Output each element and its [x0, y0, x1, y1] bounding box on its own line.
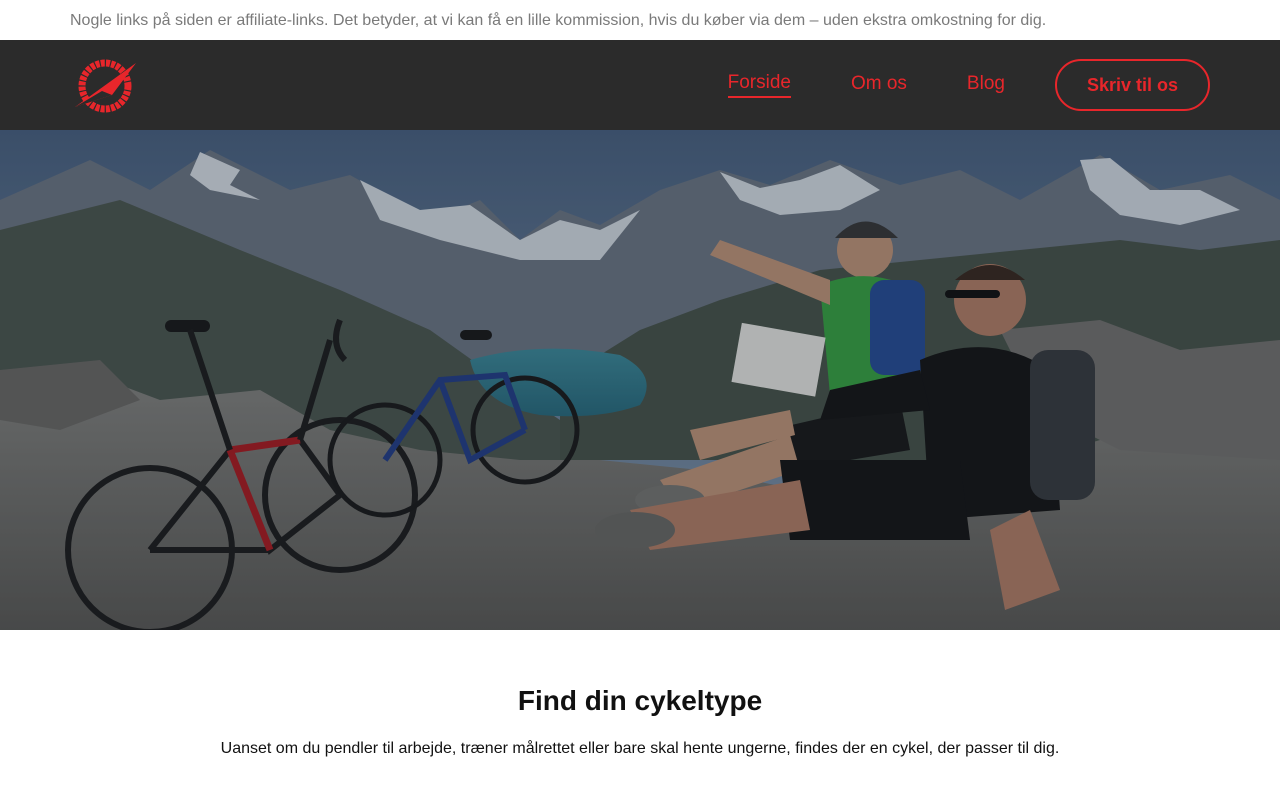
nav-link-om-os[interactable]: Om os [851, 73, 907, 97]
site-header: Forside Om os Blog Skriv til os [0, 40, 1280, 130]
section-description: Uanset om du pendler til arbejde, træner… [220, 740, 1060, 757]
main-navigation: Forside Om os Blog Skriv til os [727, 40, 1210, 130]
affiliate-disclaimer-bar: Nogle links på siden er affiliate-links.… [0, 0, 1280, 40]
nav-link-forside[interactable]: Forside [727, 72, 791, 98]
hero-image [0, 130, 1280, 630]
section-title: Find din cykeltype [517, 685, 763, 716]
affiliate-disclaimer-text: Nogle links på siden er affiliate-links.… [70, 12, 1047, 29]
site-logo[interactable] [72, 55, 138, 115]
bicycle-wheel-compass-logo-icon [75, 59, 136, 113]
bike-type-section: Find din cykeltype Uanset om du pendler … [0, 630, 1280, 800]
contact-button[interactable]: Skriv til os [1054, 59, 1210, 111]
hero-mountain-cyclists-illustration [0, 130, 1280, 630]
nav-link-blog[interactable]: Blog [967, 73, 1005, 97]
